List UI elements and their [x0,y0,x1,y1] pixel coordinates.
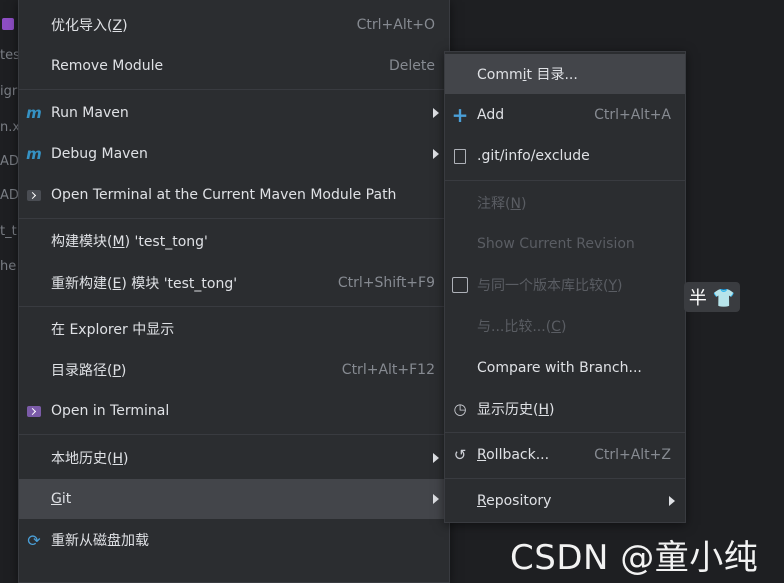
history-icon: ◷ [453,400,467,418]
menu-separator [445,180,685,181]
menu-item-compare-same-repo[interactable]: 与同一个版本库比较(Y) [445,265,685,305]
tree-fragment: igr [0,84,18,99]
menu-separator [19,218,449,219]
submenu-arrow-icon [669,496,675,506]
menu-item-add[interactable]: + Add Ctrl+Alt+A [445,95,685,135]
menu-item-open-in-terminal[interactable]: Open in Terminal [19,391,449,431]
menu-item-debug-maven[interactable]: m Debug Maven [19,134,449,174]
shortcut: Ctrl+Alt+A [594,107,671,123]
editor-background: tes igr n.x ADI ADI t_t he [0,0,23,582]
compare-icon [451,276,469,294]
menu-item-optimize-imports[interactable]: 优化导入(Z) Ctrl+Alt+O [19,5,449,45]
watermark: CSDN @童小纯 [510,538,759,578]
submenu-arrow-icon [433,453,439,463]
tree-fragment: he [0,259,17,274]
menu-item-rebuild-module[interactable]: 重新构建(E) 模块 'test_tong' Ctrl+Shift+F9 [19,263,449,303]
menu-item-build-module[interactable]: 构建模块(M) 'test_tong' [19,221,449,261]
project-file-icon [2,18,14,30]
git-submenu: Commit 目录... + Add Ctrl+Alt+A .git/info/… [444,51,686,523]
menu-item-copy-path[interactable]: 目录路径(P) Ctrl+Alt+F12 [19,350,449,390]
menu-item-compare-with-branch[interactable]: Compare with Branch... [445,348,685,388]
menu-separator [19,89,449,90]
menu-item-run-maven[interactable]: m Run Maven [19,93,449,133]
submenu-arrow-icon [433,149,439,159]
menu-item-compare-with[interactable]: 与...比较...(C) [445,306,685,346]
menu-item-open-terminal-maven[interactable]: Open Terminal at the Current Maven Modul… [19,175,449,215]
submenu-arrow-icon [433,494,439,504]
shortcut: Ctrl+Alt+O [356,17,435,33]
menu-item-repository[interactable]: Repository [445,481,685,521]
context-menu: 优化导入(Z) Ctrl+Alt+O Remove Module Delete … [18,0,450,583]
menu-item-local-history[interactable]: 本地历史(H) [19,438,449,478]
menu-item-rollback[interactable]: ↺ Rollback... Ctrl+Alt+Z [445,435,685,475]
menu-item-annotate[interactable]: 注释(N) [445,183,685,223]
menu-item-show-history[interactable]: ◷ 显示历史(H) [445,389,685,429]
rollback-icon: ↺ [453,446,467,464]
menu-item-git-exclude[interactable]: .git/info/exclude [445,136,685,176]
menu-separator [445,432,685,433]
menu-item-commit-directory[interactable]: Commit 目录... [445,54,685,94]
menu-item-reload-from-disk[interactable]: ⟳ 重新从磁盘加载 [19,520,449,560]
menu-separator [445,478,685,479]
menu-separator [19,306,449,307]
plus-icon: + [451,103,469,127]
maven-run-icon: m [26,104,42,122]
tree-fragment: t_t [0,224,17,239]
maven-debug-icon: m [26,145,42,163]
menu-item-show-current-revision[interactable]: Show Current Revision [445,224,685,264]
shortcut: Ctrl+Alt+Z [594,447,671,463]
shortcut: Ctrl+Alt+F12 [341,362,435,378]
shortcut: Delete [389,58,435,74]
terminal-icon [25,402,43,420]
git-file-icon [451,147,469,165]
menu-item-show-in-explorer[interactable]: 在 Explorer 中显示 [19,309,449,349]
menu-separator [19,434,449,435]
menu-item-git[interactable]: Git [19,479,449,519]
maven-terminal-icon [25,186,43,204]
floating-toolbar-pill[interactable]: 半 👕 [684,282,740,312]
submenu-arrow-icon [433,108,439,118]
tree-fragment: tes [0,48,20,63]
menu-item-remove-module[interactable]: Remove Module Delete [19,46,449,86]
reload-icon: ⟳ [27,530,41,550]
shortcut: Ctrl+Shift+F9 [337,275,435,291]
